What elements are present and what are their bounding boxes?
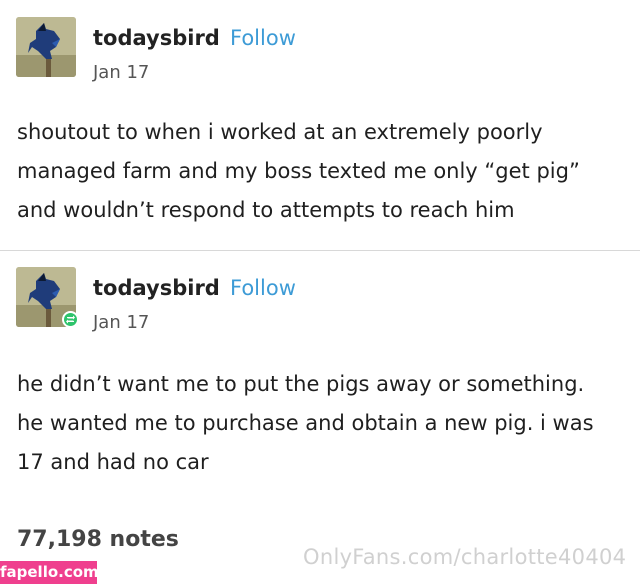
follow-button[interactable]: Follow — [230, 26, 296, 50]
post-body: he didn’t want me to put the pigs away o… — [17, 365, 629, 482]
blue-jay-avatar[interactable] — [16, 17, 76, 77]
notes-count[interactable]: 77,198 notes — [17, 527, 179, 552]
post-text-line: shoutout to when i worked at an extremel… — [17, 120, 543, 144]
post-text-line: 17 and had no car — [17, 450, 209, 474]
username[interactable]: todaysbird — [93, 26, 220, 50]
watermark-text: OnlyFans.com/charlotte40404 — [303, 545, 627, 569]
watermark-badge: fapello.com — [0, 561, 99, 584]
follow-button[interactable]: Follow — [230, 276, 296, 300]
post-1: todaysbird Follow Jan 17 shoutout to whe… — [0, 0, 640, 250]
post-text-line: he didn’t want me to put the pigs away o… — [17, 372, 585, 396]
username[interactable]: todaysbird — [93, 276, 220, 300]
post-date[interactable]: Jan 17 — [93, 62, 149, 83]
post-2: todaysbird Follow Jan 17 he didn’t want … — [0, 251, 640, 521]
post-text-line: and wouldn’t respond to attempts to reac… — [17, 198, 515, 222]
blue-jay-icon — [16, 17, 76, 77]
post-date[interactable]: Jan 17 — [93, 312, 149, 333]
reblog-icon — [62, 311, 79, 328]
post-text-line: he wanted me to purchase and obtain a ne… — [17, 411, 594, 435]
post-body: shoutout to when i worked at an extremel… — [17, 113, 629, 230]
post-text-line: managed farm and my boss texted me only … — [17, 159, 580, 183]
